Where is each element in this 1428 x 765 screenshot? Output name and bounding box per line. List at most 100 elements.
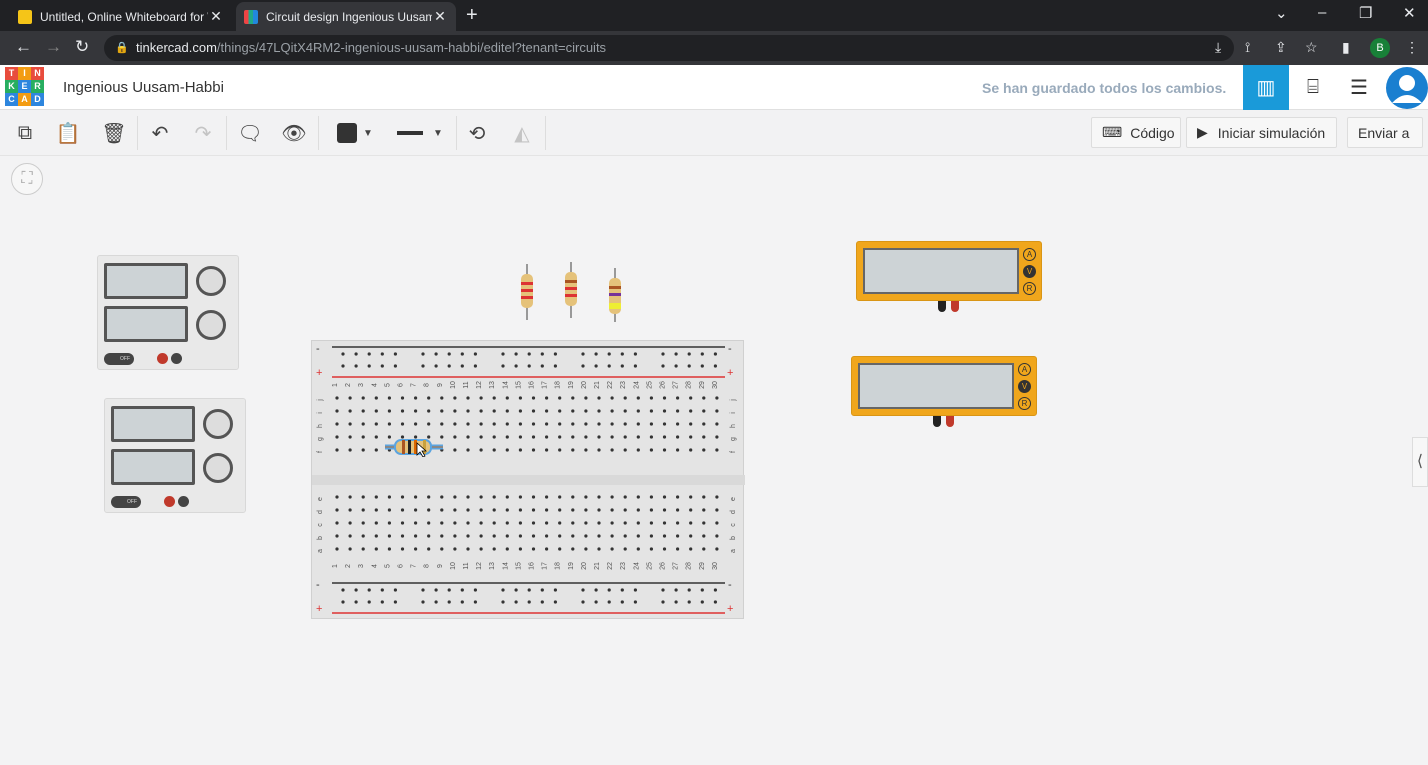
breadboard-hole[interactable]: [553, 600, 557, 604]
breadboard-hole[interactable]: [715, 448, 719, 452]
components-panel-toggle[interactable]: ⟨: [1412, 437, 1428, 487]
breadboard-hole[interactable]: [348, 495, 352, 499]
breadboard-hole[interactable]: [662, 448, 667, 452]
breadboard-hole[interactable]: [676, 422, 680, 426]
breadboard-hole[interactable]: [702, 521, 706, 525]
breadboard-hole[interactable]: [584, 448, 588, 452]
breadboard-hole[interactable]: [479, 409, 483, 413]
black-probe-terminal[interactable]: [933, 416, 941, 427]
breadboard-hole[interactable]: [649, 396, 653, 400]
schematic-view-button[interactable]: ⌸: [1290, 65, 1336, 110]
breadboard-hole[interactable]: [440, 495, 444, 499]
breadboard-hole[interactable]: [662, 508, 667, 512]
breadboard-hole[interactable]: [610, 435, 614, 439]
breadboard-hole[interactable]: [558, 508, 562, 512]
breadboard-hole[interactable]: [636, 547, 640, 551]
breadboard-hole[interactable]: [505, 534, 509, 538]
breadboard-hole[interactable]: [581, 352, 585, 356]
breadboard-hole[interactable]: [393, 588, 397, 592]
breadboard-hole[interactable]: [581, 588, 585, 592]
breadboard-hole[interactable]: [367, 364, 371, 368]
breadboard-hole[interactable]: [440, 422, 444, 426]
breadboard-hole[interactable]: [479, 521, 483, 525]
breadboard-hole[interactable]: [597, 448, 601, 452]
breadboard-hole[interactable]: [689, 521, 693, 525]
url-field[interactable]: 🔒 tinkercad.com/things/47LQitX4RM2-ingen…: [104, 35, 1234, 61]
breadboard-hole[interactable]: [610, 495, 614, 499]
breadboard-hole[interactable]: [584, 422, 588, 426]
breadboard-hole[interactable]: [531, 448, 536, 452]
resistor[interactable]: [565, 262, 577, 318]
breadboard-hole[interactable]: [361, 435, 365, 439]
breadboard-hole[interactable]: [348, 409, 352, 413]
minimize-icon[interactable]: –: [1318, 4, 1326, 21]
breadboard-hole[interactable]: [387, 409, 391, 413]
breadboard-hole[interactable]: [661, 600, 665, 604]
breadboard-hole[interactable]: [594, 352, 598, 356]
breadboard-hole[interactable]: [440, 534, 444, 538]
tab-tinkercad[interactable]: Circuit design Ingenious Uusam-| ✕: [236, 2, 456, 31]
breadboard-hole[interactable]: [361, 448, 365, 452]
breadboard-hole[interactable]: [514, 364, 518, 368]
breadboard-hole[interactable]: [715, 508, 719, 512]
breadboard-hole[interactable]: [466, 508, 470, 512]
breadboard-hole[interactable]: [387, 495, 391, 499]
breadboard-hole[interactable]: [636, 396, 640, 400]
breadboard-hole[interactable]: [545, 534, 549, 538]
breadboard-hole[interactable]: [558, 521, 562, 525]
breadboard[interactable]: 1 1 2 2 3 3 4 4 5 5 6 6 7 7 8 8 9 9 10 10 11 11 12 12 13 13 14 14 15…: [311, 340, 745, 619]
breadboard-hole[interactable]: [662, 495, 667, 499]
multimeter[interactable]: A V R: [851, 356, 1037, 416]
breadboard-hole[interactable]: [393, 364, 397, 368]
breadboard-hole[interactable]: [649, 521, 653, 525]
breadboard-hole[interactable]: [607, 588, 611, 592]
breadboard-hole[interactable]: [460, 352, 464, 356]
breadboard-hole[interactable]: [715, 521, 719, 525]
breadboard-hole[interactable]: [581, 364, 585, 368]
breadboard-hole[interactable]: [610, 448, 614, 452]
breadboard-hole[interactable]: [662, 409, 667, 413]
breadboard-hole[interactable]: [414, 495, 418, 499]
breadboard-hole[interactable]: [414, 521, 418, 525]
breadboard-hole[interactable]: [636, 448, 640, 452]
breadboard-hole[interactable]: [492, 435, 496, 439]
back-icon[interactable]: ←: [15, 37, 32, 57]
breadboard-hole[interactable]: [531, 521, 536, 525]
breadboard-hole[interactable]: [400, 396, 405, 400]
breadboard-hole[interactable]: [558, 409, 562, 413]
breadboard-hole[interactable]: [335, 547, 339, 551]
breadboard-hole[interactable]: [453, 396, 457, 400]
breadboard-hole[interactable]: [687, 588, 691, 592]
breadboard-hole[interactable]: [518, 534, 522, 538]
breadboard-hole[interactable]: [661, 588, 665, 592]
breadboard-hole[interactable]: [597, 422, 601, 426]
breadboard-hole[interactable]: [427, 422, 431, 426]
breadboard-hole[interactable]: [505, 448, 509, 452]
breadboard-hole[interactable]: [715, 435, 719, 439]
resistor[interactable]: [609, 268, 621, 322]
breadboard-hole[interactable]: [531, 435, 536, 439]
breadboard-hole[interactable]: [702, 409, 706, 413]
breadboard-hole[interactable]: [607, 364, 611, 368]
breadboard-hole[interactable]: [571, 547, 575, 551]
breadboard-hole[interactable]: [492, 409, 496, 413]
breadboard-hole[interactable]: [597, 409, 601, 413]
breadboard-hole[interactable]: [361, 396, 365, 400]
breadboard-hole[interactable]: [531, 547, 536, 551]
breadboard-hole[interactable]: [610, 422, 614, 426]
bookmark-star-icon[interactable]: ☆: [1305, 39, 1318, 56]
breadboard-hole[interactable]: [558, 448, 562, 452]
breadboard-hole[interactable]: [531, 396, 536, 400]
breadboard-hole[interactable]: [689, 396, 693, 400]
breadboard-hole[interactable]: [545, 547, 549, 551]
breadboard-hole[interactable]: [479, 495, 483, 499]
breadboard-hole[interactable]: [633, 364, 637, 368]
breadboard-hole[interactable]: [348, 534, 352, 538]
breadboard-hole[interactable]: [610, 547, 614, 551]
breadboard-hole[interactable]: [715, 534, 719, 538]
breadboard-hole[interactable]: [447, 364, 451, 368]
rotate-icon[interactable]: ⟲: [461, 118, 493, 148]
breadboard-hole[interactable]: [584, 409, 588, 413]
breadboard-hole[interactable]: [348, 521, 352, 525]
power-switch[interactable]: OFF: [104, 353, 134, 365]
